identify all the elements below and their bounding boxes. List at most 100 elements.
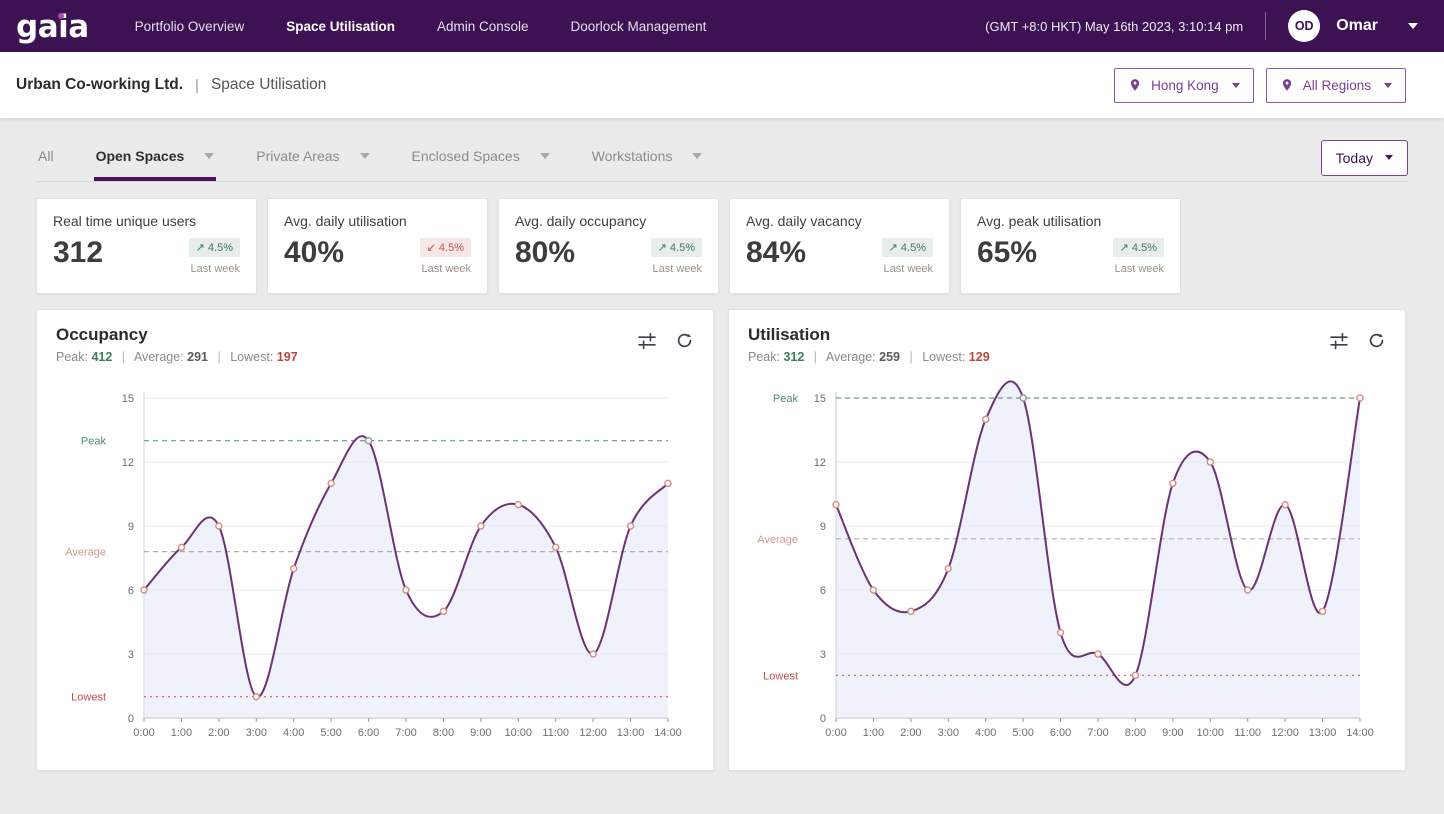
filter-settings-icon[interactable] xyxy=(1329,331,1349,351)
user-name: Omar xyxy=(1336,17,1378,35)
map-pin-icon xyxy=(1280,78,1294,92)
kpi-title: Avg. daily vacancy xyxy=(746,213,933,229)
svg-text:9:00: 9:00 xyxy=(1162,727,1183,739)
stat-separator: | xyxy=(814,350,817,364)
svg-text:Peak: Peak xyxy=(81,436,107,448)
svg-text:5:00: 5:00 xyxy=(1012,727,1033,739)
svg-text:Peak: Peak xyxy=(773,393,799,405)
utilisation-chart-plot: 03691215PeakAverageLowest0:001:002:003:0… xyxy=(748,366,1386,754)
svg-text:Lowest: Lowest xyxy=(763,670,798,682)
kpi-delta: 4.5% xyxy=(670,242,695,254)
svg-text:12:00: 12:00 xyxy=(579,727,607,739)
peak-label: Peak: xyxy=(748,350,780,364)
utilisation-chart-card: Utilisation Peak: 312 | Average: 259 | L… xyxy=(728,309,1406,771)
svg-text:6:00: 6:00 xyxy=(1050,727,1071,739)
nav-item-doorlock-management[interactable]: Doorlock Management xyxy=(571,19,707,34)
avatar-initials: OD xyxy=(1295,19,1314,33)
nav-item-admin-console[interactable]: Admin Console xyxy=(437,19,529,34)
nav-item-portfolio-overview[interactable]: Portfolio Overview xyxy=(135,19,245,34)
kpi-period: Last week xyxy=(189,263,240,275)
occupancy-chart-card: Occupancy Peak: 412 | Average: 291 | Low… xyxy=(36,309,714,771)
gaia-logo[interactable]: gaia xyxy=(16,10,89,43)
tab-enclosed-spaces-label: Enclosed Spaces xyxy=(412,148,520,164)
svg-text:11:00: 11:00 xyxy=(1234,727,1261,739)
svg-text:3:00: 3:00 xyxy=(938,727,959,739)
svg-text:9:00: 9:00 xyxy=(470,727,491,739)
kpi-trend-badge: ↙ 4.5% xyxy=(420,238,471,257)
date-range-dropdown[interactable]: Today xyxy=(1321,140,1408,176)
lowest-value: 129 xyxy=(969,350,990,364)
kpi-period: Last week xyxy=(651,263,702,275)
location-chevron-down-icon xyxy=(1232,83,1240,88)
main-content: All Open Spaces Private Areas Enclosed S… xyxy=(0,134,1444,771)
region-dropdown[interactable]: All Regions xyxy=(1266,68,1406,103)
tab-private-areas[interactable]: Private Areas xyxy=(254,134,371,181)
tab-open-spaces[interactable]: Open Spaces xyxy=(94,134,217,181)
tab-private-areas-chevron-down-icon xyxy=(360,153,370,159)
kpi-period: Last week xyxy=(1113,263,1164,275)
svg-text:10:00: 10:00 xyxy=(1197,727,1225,739)
location-dropdown[interactable]: Hong Kong xyxy=(1114,68,1254,103)
refresh-icon[interactable] xyxy=(1367,331,1386,351)
svg-text:Average: Average xyxy=(757,534,798,546)
kpi-card-real-time-unique-users: Real time unique users 312 ↗ 4.5% Last w… xyxy=(36,198,257,294)
tab-open-spaces-chevron-down-icon xyxy=(204,153,214,159)
user-menu-chevron-down-icon[interactable] xyxy=(1408,23,1418,29)
kpi-value: 84% xyxy=(746,238,806,268)
svg-text:14:00: 14:00 xyxy=(654,727,682,739)
average-value: 291 xyxy=(187,350,208,364)
kpi-title: Real time unique users xyxy=(53,213,240,229)
page-title: Space Utilisation xyxy=(211,76,326,94)
region-dropdown-value: All Regions xyxy=(1303,78,1371,93)
tab-enclosed-spaces[interactable]: Enclosed Spaces xyxy=(410,134,552,181)
trend-up-icon: ↗ xyxy=(889,242,898,254)
svg-text:2:00: 2:00 xyxy=(900,727,921,739)
avatar[interactable]: OD xyxy=(1288,10,1320,42)
svg-text:15: 15 xyxy=(122,393,134,405)
kpi-trend-badge: ↗ 4.5% xyxy=(189,238,240,257)
occupancy-chart-plot: 03691215PeakAverageLowest0:001:002:003:0… xyxy=(56,366,694,754)
svg-text:6: 6 xyxy=(128,585,134,597)
kpi-card-avg-daily-occupancy: Avg. daily occupancy 80% ↗ 4.5% Last wee… xyxy=(498,198,719,294)
chart-stats: Peak: 312 | Average: 259 | Lowest: 129 xyxy=(748,350,990,364)
kpi-row: Real time unique users 312 ↗ 4.5% Last w… xyxy=(36,198,1408,294)
svg-text:5:00: 5:00 xyxy=(320,727,341,739)
kpi-card-avg-daily-vacancy: Avg. daily vacancy 84% ↗ 4.5% Last week xyxy=(729,198,950,294)
lowest-label: Lowest: xyxy=(230,350,273,364)
sub-header: Urban Co-working Ltd. | Space Utilisatio… xyxy=(0,52,1444,118)
region-chevron-down-icon xyxy=(1384,83,1392,88)
kpi-value: 65% xyxy=(977,238,1037,268)
peak-label: Peak: xyxy=(56,350,88,364)
space-type-tabs: All Open Spaces Private Areas Enclosed S… xyxy=(36,134,1408,182)
filter-settings-icon[interactable] xyxy=(637,331,657,351)
svg-text:15: 15 xyxy=(814,393,826,405)
kpi-delta: 4.5% xyxy=(901,242,926,254)
kpi-card-avg-daily-utilisation: Avg. daily utilisation 40% ↙ 4.5% Last w… xyxy=(267,198,488,294)
company-name: Urban Co-working Ltd. xyxy=(16,76,183,94)
chart-title: Utilisation xyxy=(748,325,990,345)
date-range-chevron-down-icon xyxy=(1385,155,1393,160)
svg-text:0:00: 0:00 xyxy=(133,727,154,739)
svg-text:8:00: 8:00 xyxy=(1125,727,1146,739)
logo-i-dot xyxy=(58,13,64,19)
svg-text:9: 9 xyxy=(128,521,134,533)
svg-text:12: 12 xyxy=(122,457,134,469)
svg-text:14:00: 14:00 xyxy=(1346,727,1374,739)
nav-item-space-utilisation[interactable]: Space Utilisation xyxy=(286,19,395,34)
kpi-period: Last week xyxy=(882,263,933,275)
kpi-trend-badge: ↗ 4.5% xyxy=(1113,238,1164,257)
svg-text:6:00: 6:00 xyxy=(358,727,379,739)
kpi-period: Last week xyxy=(420,263,471,275)
svg-text:11:00: 11:00 xyxy=(542,727,569,739)
tab-open-spaces-label: Open Spaces xyxy=(96,148,185,164)
kpi-delta: 4.5% xyxy=(1132,242,1157,254)
kpi-title: Avg. daily utilisation xyxy=(284,213,471,229)
tab-workstations[interactable]: Workstations xyxy=(590,134,705,181)
tab-all[interactable]: All xyxy=(36,134,56,181)
svg-text:13:00: 13:00 xyxy=(617,727,645,739)
lowest-value: 197 xyxy=(277,350,298,364)
refresh-icon[interactable] xyxy=(675,331,694,351)
map-pin-icon xyxy=(1128,78,1142,92)
svg-text:9: 9 xyxy=(820,521,826,533)
svg-text:1:00: 1:00 xyxy=(863,727,884,739)
